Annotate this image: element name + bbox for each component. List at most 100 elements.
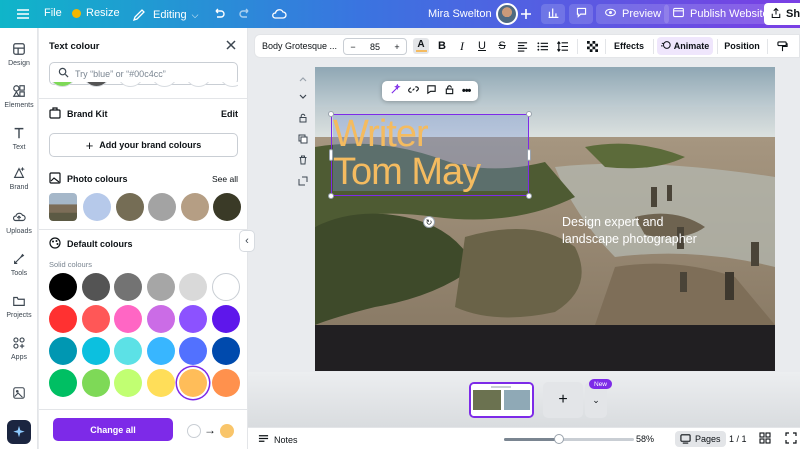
italic-icon[interactable]: I <box>453 35 471 57</box>
edit-brand-kit-link[interactable]: Edit <box>221 109 238 119</box>
spacing-icon[interactable] <box>553 35 571 57</box>
position-button[interactable]: Position <box>721 35 763 57</box>
rail-item-design[interactable]: Design <box>0 42 38 67</box>
bold-icon[interactable]: B <box>433 35 451 57</box>
increase-size-button[interactable]: + <box>388 42 406 52</box>
animate-button[interactable]: Animate <box>657 37 713 55</box>
font-family-select[interactable]: Body Grotesque ... <box>259 35 341 57</box>
pages-button[interactable]: Pages <box>675 431 726 447</box>
rail-item-text[interactable]: Text <box>0 126 38 151</box>
solid-colour-swatch[interactable] <box>179 337 207 365</box>
photo-colour-swatch[interactable] <box>83 193 111 221</box>
share-button[interactable]: Sh <box>764 3 800 25</box>
lock-icon[interactable] <box>296 111 310 125</box>
align-left-icon[interactable] <box>513 35 531 57</box>
transparency-icon[interactable] <box>583 35 601 57</box>
rail-item-tools[interactable]: Tools <box>0 252 38 277</box>
zoom-level[interactable]: 58% <box>636 434 654 444</box>
strikethrough-icon[interactable]: S <box>493 35 511 57</box>
solid-colour-swatch[interactable] <box>114 273 142 301</box>
photo-colour-swatch[interactable] <box>180 193 209 221</box>
rail-item-image-app[interactable] <box>0 386 38 402</box>
file-menu[interactable]: File <box>44 7 62 19</box>
link-icon[interactable] <box>407 84 419 98</box>
cloud-saved-icon[interactable] <box>270 5 288 23</box>
effects-button[interactable]: Effects <box>609 35 649 57</box>
solid-colour-swatch[interactable] <box>114 337 142 365</box>
rail-item-elements[interactable]: Elements <box>0 84 38 109</box>
comment-button[interactable] <box>569 4 593 24</box>
rail-item-uploads[interactable]: Uploads <box>0 210 38 235</box>
magic-edit-icon[interactable] <box>390 83 401 98</box>
solid-colour-swatch[interactable] <box>179 305 207 333</box>
grid-view-icon[interactable] <box>759 432 771 446</box>
solid-colour-swatch[interactable] <box>211 273 240 301</box>
add-page-button[interactable]: + <box>543 382 583 418</box>
resize-button[interactable]: Resize <box>72 7 120 19</box>
solid-colour-swatch[interactable] <box>179 369 207 397</box>
solid-colour-swatch[interactable] <box>179 273 207 301</box>
insights-button[interactable] <box>541 4 565 24</box>
more-icon[interactable]: ••• <box>462 85 472 97</box>
lock-icon[interactable] <box>444 84 455 98</box>
photo-colour-swatch[interactable] <box>148 193 176 221</box>
solid-colour-swatch[interactable] <box>49 369 77 397</box>
publish-website-button[interactable]: Publish Website <box>664 4 777 24</box>
resize-handle[interactable] <box>328 193 334 199</box>
close-icon[interactable] <box>225 39 237 51</box>
font-size-stepper[interactable]: − 85 + <box>343 38 407 55</box>
preview-button[interactable]: Preview <box>596 4 670 24</box>
rail-item-brand[interactable]: Brand <box>0 166 38 191</box>
solid-colour-swatch[interactable] <box>146 369 175 397</box>
canvas-subtitle-text[interactable]: Design expert and landscape photographer <box>562 214 732 248</box>
add-brand-colours-button[interactable]: + Add your brand colours <box>49 133 238 157</box>
duplicate-icon[interactable] <box>296 132 310 146</box>
rail-item-apps[interactable]: Apps <box>0 336 38 361</box>
zoom-slider[interactable] <box>504 434 634 444</box>
chevron-up-icon[interactable] <box>296 72 310 86</box>
photo-thumbnail[interactable] <box>49 193 77 221</box>
rotate-icon[interactable]: ↻ <box>423 216 435 228</box>
design-canvas[interactable] <box>315 67 775 325</box>
selection-box[interactable] <box>328 111 532 199</box>
solid-colour-swatch[interactable] <box>81 273 110 301</box>
menu-icon[interactable] <box>14 5 32 23</box>
solid-colour-swatch[interactable] <box>49 305 77 333</box>
collapse-panel-button[interactable]: ‹ <box>239 230 255 252</box>
solid-colour-swatch[interactable] <box>211 369 240 397</box>
solid-colour-swatch[interactable] <box>81 305 110 333</box>
solid-colour-swatch[interactable] <box>146 305 175 333</box>
avatar[interactable] <box>496 3 518 25</box>
resize-handle[interactable] <box>526 111 532 117</box>
rail-item-magic[interactable] <box>0 420 38 444</box>
solid-colour-swatch[interactable] <box>49 337 77 365</box>
comment-add-icon[interactable] <box>426 84 437 98</box>
fullscreen-icon[interactable] <box>785 432 797 446</box>
solid-colour-swatch[interactable] <box>81 369 110 397</box>
solid-colour-swatch[interactable] <box>81 337 110 365</box>
list-icon[interactable] <box>533 35 551 57</box>
solid-colour-swatch[interactable] <box>146 273 175 301</box>
trash-icon[interactable] <box>296 153 310 167</box>
photo-colour-swatch[interactable] <box>115 193 144 221</box>
redo-icon[interactable] <box>236 5 254 23</box>
plus-icon[interactable] <box>517 5 535 23</box>
undo-icon[interactable] <box>210 5 228 23</box>
decrease-size-button[interactable]: − <box>344 42 362 52</box>
add-page-icon[interactable] <box>296 174 310 188</box>
resize-handle[interactable] <box>526 193 532 199</box>
notes-button[interactable]: Notes <box>258 433 298 446</box>
resize-handle[interactable] <box>328 111 334 117</box>
resize-handle[interactable] <box>527 149 531 161</box>
change-all-button[interactable]: Change all <box>53 418 173 441</box>
chevron-down-icon[interactable] <box>296 90 310 104</box>
rail-item-projects[interactable]: Projects <box>0 294 38 319</box>
solid-colour-swatch[interactable] <box>146 337 175 365</box>
photo-colour-swatch[interactable] <box>213 193 241 221</box>
paint-format-icon[interactable] <box>773 35 791 57</box>
solid-colour-swatch[interactable] <box>49 273 77 301</box>
solid-colour-swatch[interactable] <box>114 369 142 397</box>
editing-mode-button[interactable]: Editing ⌵ <box>130 6 198 24</box>
page-thumbnail[interactable] <box>469 382 534 418</box>
solid-colour-swatch[interactable] <box>211 337 240 365</box>
